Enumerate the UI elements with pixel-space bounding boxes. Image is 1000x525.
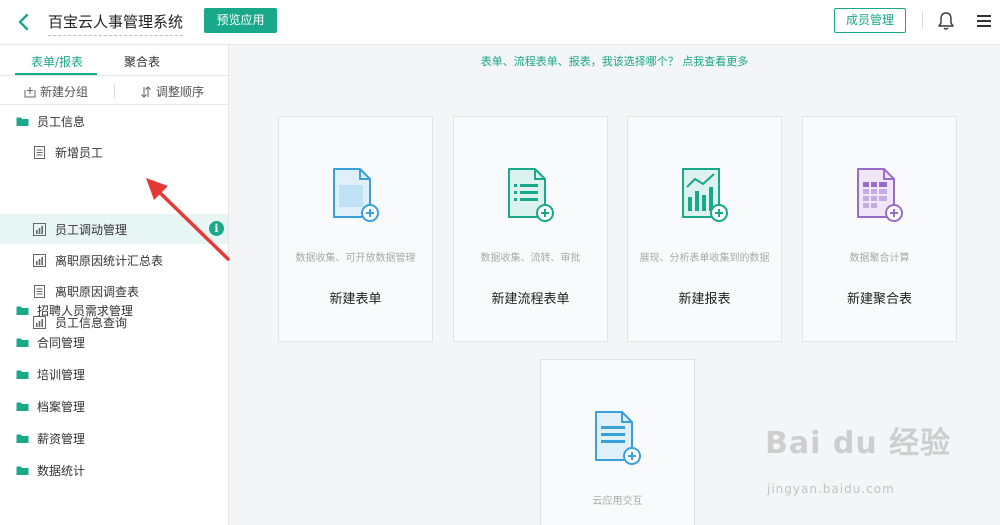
back-arrow-icon[interactable] [14, 12, 34, 32]
card-description: 展现、分析表单收集到的数据 [639, 253, 770, 264]
report-icon [33, 253, 46, 267]
card-description: 数据收集、流转、审批 [480, 253, 581, 264]
sidebar: 表单/报表 聚合表 新建分组 调整顺序 员工信息 新增员工 员工调动管理 i 离… [0, 45, 229, 525]
sidebar-item-new-employee[interactable]: 新增员工 [0, 137, 228, 167]
new-form-card[interactable]: 数据收集、可开放数据管理 新建表单 [278, 116, 433, 342]
new-form-icon [332, 168, 379, 222]
folder-icon [16, 117, 29, 126]
baidu-watermark: Bai du 经验 jingyan.baidu.com [765, 418, 965, 508]
tab-forms-reports[interactable]: 表单/报表 [31, 53, 83, 70]
watermark-url: jingyan.baidu.com [767, 482, 895, 496]
header-divider [922, 11, 923, 29]
folder-icon [16, 306, 29, 315]
member-management-button[interactable]: 成员管理 [834, 8, 906, 33]
new-aggregate-card[interactable]: 数据聚合计算 新建聚合表 [802, 116, 957, 342]
card-title: 新建流程表单 [491, 292, 570, 307]
new-aggregate-icon [856, 168, 903, 222]
card-title: 新建聚合表 [846, 292, 912, 307]
sidebar-item-label: 员工调动管理 [55, 222, 128, 237]
sidebar-group-employee-info[interactable]: 员工信息 [0, 106, 228, 136]
add-group-icon [24, 86, 36, 97]
card-title: 新建表单 [329, 292, 382, 307]
new-report-icon [681, 168, 728, 222]
card-description: 数据收集、可开放数据管理 [295, 253, 416, 264]
cloud-interaction-card[interactable]: 云应用交互 [540, 359, 695, 525]
sidebar-item-employee-transfer[interactable]: 员工调动管理 i [0, 214, 228, 244]
sidebar-group-statistics[interactable]: 数据统计 [0, 455, 228, 485]
sidebar-group-contract[interactable]: 合同管理 [0, 327, 228, 357]
sidebar-item-label: 离职原因统计汇总表 [55, 253, 164, 268]
reorder-label: 调整顺序 [156, 85, 205, 99]
folder-icon [16, 370, 29, 379]
folder-icon [16, 338, 29, 347]
sidebar-group-label: 培训管理 [37, 367, 86, 382]
sidebar-group-recruitment[interactable]: 招聘人员需求管理 [0, 295, 228, 325]
sidebar-group-training[interactable]: 培训管理 [0, 359, 228, 389]
sidebar-item-label: 新增员工 [55, 145, 104, 160]
info-icon[interactable]: i [209, 221, 224, 236]
sidebar-group-label: 薪资管理 [37, 431, 86, 446]
sidebar-group-label: 员工信息 [37, 114, 86, 129]
card-description: 云应用交互 [592, 496, 643, 507]
sidebar-group-label: 合同管理 [37, 335, 86, 350]
report-icon [33, 222, 46, 236]
top-bar: 百宝云人事管理系统 预览应用 成员管理 [0, 0, 1000, 45]
folder-icon [16, 402, 29, 411]
sidebar-group-label: 档案管理 [37, 399, 86, 414]
card-description: 数据聚合计算 [849, 253, 910, 264]
cloud-interaction-icon [594, 411, 641, 465]
sidebar-group-salary[interactable]: 薪资管理 [0, 423, 228, 453]
sidebar-group-archive[interactable]: 档案管理 [0, 391, 228, 421]
preview-app-button[interactable]: 预览应用 [204, 8, 277, 33]
form-icon [34, 145, 45, 159]
sidebar-group-label: 招聘人员需求管理 [37, 303, 134, 318]
folder-icon [16, 434, 29, 443]
sidebar-item-resignation-summary[interactable]: 离职原因统计汇总表 [0, 245, 228, 275]
new-report-card[interactable]: 展现、分析表单收集到的数据 新建报表 [627, 116, 782, 342]
folder-icon [16, 466, 29, 475]
sidebar-group-label: 数据统计 [37, 463, 86, 478]
new-flow-form-card[interactable]: 数据收集、流转、审批 新建流程表单 [453, 116, 608, 342]
app-title[interactable]: 百宝云人事管理系统 [48, 11, 184, 36]
divider [114, 84, 115, 98]
new-group-label: 新建分组 [40, 85, 89, 99]
divider [0, 75, 228, 76]
sort-icon [141, 85, 151, 98]
tab-aggregate[interactable]: 聚合表 [124, 53, 160, 70]
bell-icon[interactable] [937, 11, 955, 31]
new-flow-form-icon [507, 168, 554, 222]
hamburger-menu-icon[interactable] [976, 13, 992, 29]
divider [0, 104, 228, 105]
new-group-button[interactable]: 新建分组 [24, 83, 88, 100]
reorder-button[interactable]: 调整顺序 [140, 83, 204, 100]
card-title: 新建报表 [678, 292, 731, 307]
watermark-logo-text: Bai du 经验 [765, 426, 952, 461]
help-link[interactable]: 表单、流程表单、报表，我该选择哪个？ 点我查看更多 [229, 53, 1000, 69]
